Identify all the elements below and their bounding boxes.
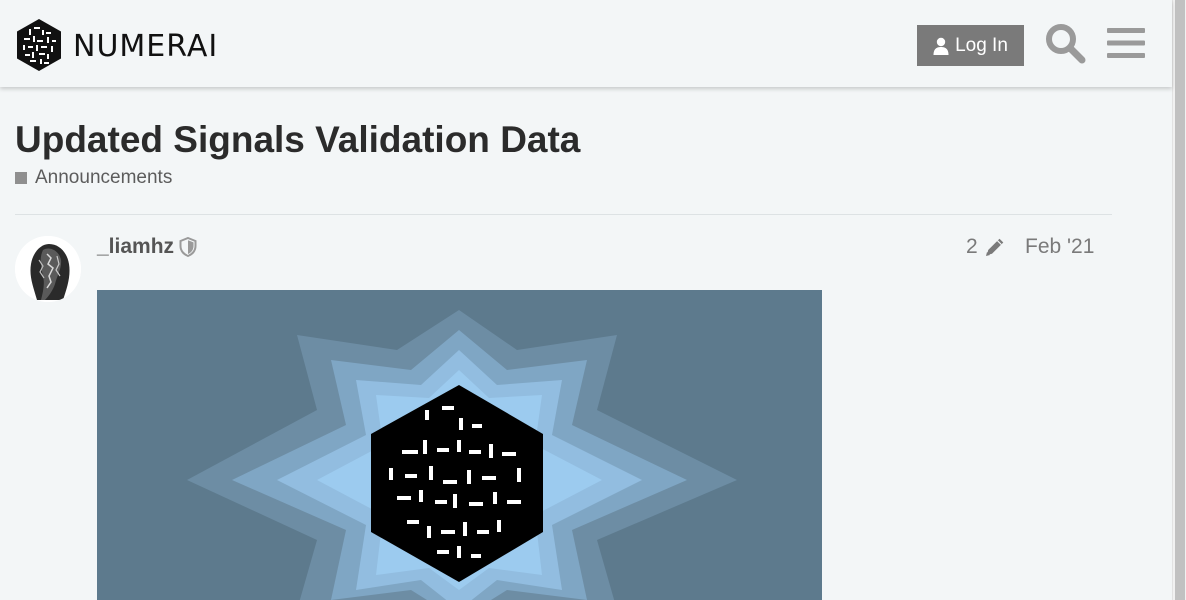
category-name: Announcements	[35, 167, 173, 188]
page-scrollbar[interactable]	[1172, 0, 1186, 600]
post-author-name: _liamhz	[97, 235, 175, 258]
edit-history-button[interactable]: 2	[966, 235, 1006, 259]
numerai-logo-icon	[17, 19, 61, 71]
avatar-image	[15, 236, 81, 302]
category-badge[interactable]: Announcements	[15, 167, 172, 189]
scrollbar-thumb[interactable]	[1175, 0, 1185, 600]
site-logo-text: NUMERAI	[73, 28, 219, 64]
site-logo[interactable]: NUMERAI	[15, 18, 218, 72]
shield-icon	[179, 237, 197, 257]
login-button[interactable]: Log In	[917, 25, 1024, 66]
post-image[interactable]	[97, 290, 822, 600]
edit-count: 2	[966, 235, 978, 258]
page: NUMERAI Log In Updated Signals Validatio…	[0, 0, 1186, 600]
topic-title[interactable]: Updated Signals Validation Data	[15, 119, 580, 161]
post-date[interactable]: Feb '21	[1025, 235, 1094, 259]
pencil-icon	[985, 238, 1003, 256]
title-divider	[15, 214, 1112, 215]
site-header: NUMERAI Log In	[0, 0, 1172, 87]
hamburger-menu-icon[interactable]	[1107, 26, 1145, 60]
user-icon	[933, 37, 949, 55]
post-author[interactable]: _liamhz	[97, 235, 197, 259]
post-image-graphic	[97, 290, 822, 600]
search-icon[interactable]	[1044, 22, 1086, 64]
category-color-swatch	[15, 172, 27, 184]
login-button-label: Log In	[955, 34, 1008, 56]
avatar[interactable]	[15, 236, 81, 302]
